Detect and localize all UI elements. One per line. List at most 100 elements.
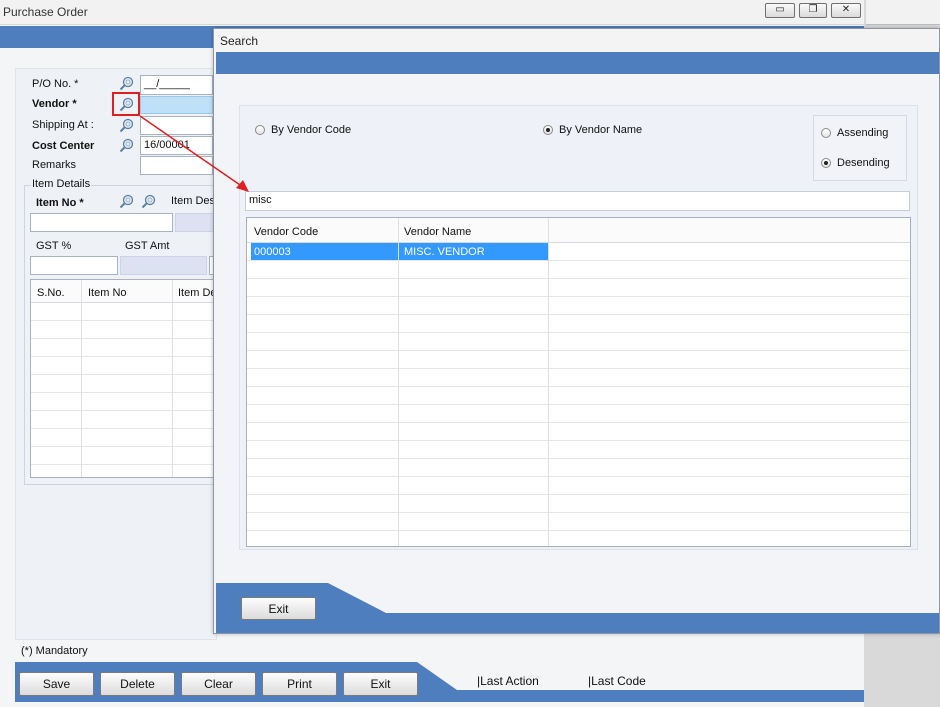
- result-cell-divider: [398, 243, 399, 260]
- results-row-line: [247, 368, 910, 369]
- item-description-label: Item Des: [171, 195, 216, 207]
- search-dialog-title: Search: [220, 34, 259, 48]
- save-button[interactable]: Save: [19, 672, 94, 696]
- results-row-line: [247, 350, 910, 351]
- search-header-band: [216, 52, 939, 74]
- items-col-divider: [172, 280, 173, 477]
- items-row-line: [31, 338, 216, 339]
- results-col-divider: [548, 218, 549, 546]
- radio-sort-descending-label: Desending: [837, 157, 890, 169]
- radio-by-vendor-name-label: By Vendor Name: [559, 124, 643, 136]
- results-row-line: [247, 530, 910, 531]
- main-title-bar: Purchase Order ▭ ❐ ✕: [0, 0, 864, 25]
- minimize-icon: ▭: [775, 4, 785, 15]
- gst-percent-field[interactable]: [30, 256, 118, 275]
- radio-by-vendor-code-label: By Vendor Code: [271, 124, 352, 136]
- radio-by-vendor-name-circle[interactable]: [543, 125, 553, 135]
- gst-amount-field: [120, 256, 207, 275]
- vendor-label: Vendor *: [32, 98, 77, 110]
- search-title-bar: Search: [214, 29, 939, 51]
- items-row-line: [31, 464, 216, 465]
- clear-button[interactable]: Clear: [181, 672, 256, 696]
- po-no-value: __/_____: [144, 78, 190, 90]
- background-window-strip: [866, 0, 940, 25]
- remarks-label: Remarks: [32, 159, 77, 171]
- results-row-line: [247, 278, 910, 279]
- results-row-line: [247, 422, 910, 423]
- radio-sort-descending[interactable]: Desending: [821, 157, 901, 171]
- shipping-at-field[interactable]: [140, 116, 213, 135]
- shipping-at-label: Shipping At :: [32, 119, 94, 131]
- col-vendor-name[interactable]: Vendor Name: [404, 226, 471, 238]
- item-no-label: Item No *: [36, 197, 84, 209]
- items-col-divider: [81, 280, 82, 477]
- radio-by-vendor-code-circle[interactable]: [255, 125, 265, 135]
- col-vendor-code[interactable]: Vendor Code: [254, 226, 318, 238]
- cost-center-lookup-icon[interactable]: [119, 138, 135, 154]
- close-button[interactable]: ✕: [831, 3, 861, 18]
- cost-center-label: Cost Center: [32, 140, 95, 152]
- results-row-line: [247, 440, 910, 441]
- items-col-item-desc: Item De: [178, 287, 217, 299]
- result-row[interactable]: 000003 MISC. VENDOR: [251, 243, 548, 260]
- results-grid: Vendor Code Vendor Name 000003 MISC. VEN…: [246, 217, 911, 547]
- results-row-line: [247, 476, 910, 477]
- results-row-line: [247, 458, 910, 459]
- item-details-label: Item Details: [31, 178, 92, 190]
- items-row-line: [31, 392, 216, 393]
- vendor-field[interactable]: [140, 96, 213, 114]
- remarks-field[interactable]: [140, 156, 213, 175]
- main-exit-button[interactable]: Exit: [343, 672, 418, 696]
- results-row-line: [247, 260, 910, 261]
- shipping-lookup-icon[interactable]: [119, 118, 135, 134]
- item-lookup-alt-icon[interactable]: [141, 194, 157, 210]
- restore-icon: ❐: [808, 4, 818, 15]
- items-row-line: [31, 374, 216, 375]
- results-row-line: [247, 296, 910, 297]
- item-no-field[interactable]: [30, 213, 173, 232]
- results-row-line: [247, 404, 910, 405]
- item-lookup-icon[interactable]: [119, 194, 135, 210]
- results-row-line: [247, 494, 910, 495]
- items-col-sno: S.No.: [37, 287, 65, 299]
- items-row-line: [31, 446, 216, 447]
- result-vendor-name: MISC. VENDOR: [404, 246, 485, 258]
- items-col-item-no: Item No: [88, 287, 127, 299]
- sort-order-group: [813, 115, 907, 181]
- results-grid-header: [247, 218, 910, 243]
- print-button[interactable]: Print: [262, 672, 337, 696]
- search-exit-button[interactable]: Exit: [241, 597, 316, 620]
- items-row-line: [31, 356, 216, 357]
- po-no-field[interactable]: __/_____: [140, 75, 213, 95]
- results-row-line: [247, 332, 910, 333]
- radio-by-vendor-code[interactable]: By Vendor Code: [255, 124, 375, 138]
- search-input-value: misc: [249, 194, 272, 206]
- search-input[interactable]: misc: [245, 191, 910, 211]
- po-no-label: P/O No. *: [32, 78, 79, 90]
- radio-sort-descending-circle[interactable]: [821, 158, 831, 168]
- delete-button[interactable]: Delete: [100, 672, 175, 696]
- po-no-lookup-icon[interactable]: [119, 76, 135, 92]
- results-row-line: [247, 512, 910, 513]
- items-row-line: [31, 428, 216, 429]
- results-col-divider: [398, 218, 399, 546]
- items-row-line: [31, 320, 216, 321]
- item-description-field: [175, 213, 215, 232]
- gst-amount-label: GST Amt: [125, 240, 170, 252]
- gst-percent-label: GST %: [36, 240, 72, 252]
- last-code-status: |Last Code: [588, 674, 646, 688]
- radio-sort-ascending[interactable]: Assending: [821, 127, 901, 141]
- items-row-line: [31, 410, 216, 411]
- search-dialog: Search By Vendor Code By Vendor Name Ass…: [213, 28, 940, 634]
- search-bottom-band: [216, 583, 939, 633]
- restore-button[interactable]: ❐: [799, 3, 827, 18]
- close-icon: ✕: [841, 4, 851, 15]
- radio-sort-ascending-circle[interactable]: [821, 128, 831, 138]
- cost-center-field[interactable]: 16/00001: [140, 136, 213, 155]
- annotation-highlight-box: [112, 92, 140, 116]
- main-window-title: Purchase Order: [3, 5, 88, 19]
- minimize-button[interactable]: ▭: [765, 3, 795, 18]
- radio-sort-ascending-label: Assending: [837, 127, 889, 139]
- items-table: S.No. Item No Item De: [30, 279, 217, 478]
- radio-by-vendor-name[interactable]: By Vendor Name: [543, 124, 663, 138]
